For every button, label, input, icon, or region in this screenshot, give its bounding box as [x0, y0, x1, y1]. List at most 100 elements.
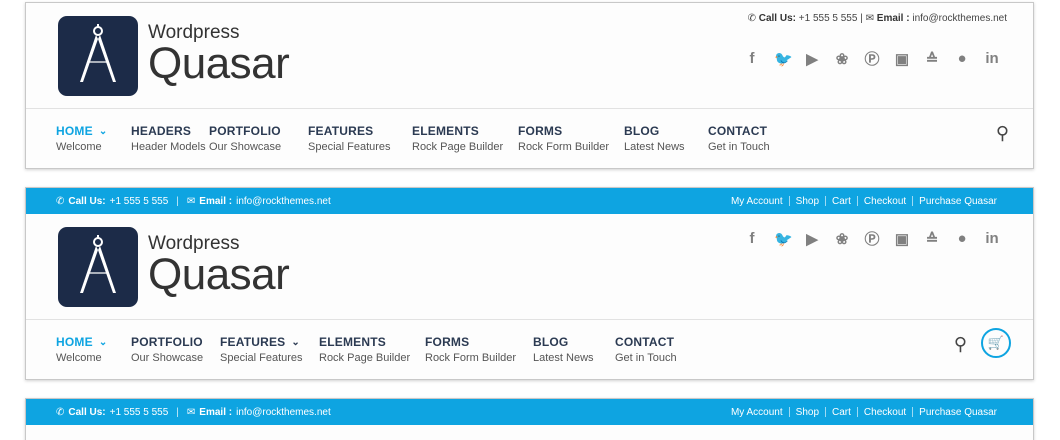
nav-item-portfolio[interactable]: PORTFOLIO Our Showcase — [131, 335, 220, 378]
nav-item-features[interactable]: FEATURES ⌄ Special Features — [220, 335, 319, 378]
nav-item-portfolio[interactable]: PORTFOLIO Our Showcase — [209, 124, 308, 167]
email-label: Email : — [199, 195, 233, 207]
envelope-icon: ✉ — [186, 406, 196, 418]
flickr-icon[interactable]: ● — [954, 230, 970, 247]
nav-item-home[interactable]: HOME ⌄ Welcome — [56, 124, 131, 167]
chevron-down-icon: ⌄ — [98, 336, 108, 348]
cart-link[interactable]: Cart — [826, 196, 857, 207]
nav-title: BLOG — [533, 335, 569, 349]
nav-item-forms[interactable]: FORMS Rock Form Builder — [518, 124, 624, 167]
nav-title: HOME — [56, 124, 93, 138]
email-address[interactable]: info@rockthemes.net — [236, 196, 331, 207]
nav-subtitle: Our Showcase — [131, 352, 204, 364]
brand-row: Wordpress Quasar ✆ Call Us: +1 555 5 555… — [26, 3, 1033, 108]
brand-row: Wordpress Quasar f 🐦 ▶ ❀ Ⓟ ▣ ≙ ● in — [26, 214, 1033, 319]
nav-subtitle: Get in Touch — [708, 141, 770, 153]
social-icons: f 🐦 ▶ ❀ Ⓟ ▣ ≙ ● in — [744, 228, 1000, 249]
shop-link[interactable]: Shop — [790, 407, 825, 418]
nav-title: PORTFOLIO — [209, 124, 281, 138]
nav-item-blog[interactable]: BLOG Latest News — [624, 124, 708, 167]
search-icon[interactable]: ⚲ — [954, 334, 967, 355]
nav-item-contact[interactable]: CONTACT Get in Touch — [615, 335, 695, 378]
linkedin-icon[interactable]: in — [984, 50, 1000, 67]
nav-title: HOME — [56, 335, 93, 349]
nav-subtitle: Rock Form Builder — [425, 352, 517, 364]
nav-title: CONTACT — [708, 124, 768, 138]
checkout-link[interactable]: Checkout — [858, 196, 912, 207]
site-logo[interactable]: Wordpress Quasar — [58, 227, 290, 307]
instagram-icon[interactable]: ▣ — [894, 50, 910, 68]
twitter-icon[interactable]: 🐦 — [774, 230, 793, 248]
email-address[interactable]: info@rockthemes.net — [912, 13, 1007, 24]
compass-logo-icon — [58, 16, 138, 96]
nav-subtitle: Rock Form Builder — [518, 141, 610, 153]
phone-number[interactable]: +1 555 5 555 — [110, 407, 169, 418]
instagram-icon[interactable]: ▣ — [894, 230, 910, 248]
nav-subtitle: Rock Page Builder — [412, 141, 504, 153]
call-label: Call Us: — [68, 195, 106, 207]
shop-link[interactable]: Shop — [790, 196, 825, 207]
nav-title: FORMS — [518, 124, 563, 138]
nav-subtitle: Header Models — [131, 141, 206, 153]
twitter-icon[interactable]: 🐦 — [774, 50, 793, 68]
pinterest-icon[interactable]: Ⓟ — [864, 228, 880, 249]
header-variant-2: ✆ Call Us: +1 555 5 555 | ✉ Email : info… — [25, 187, 1034, 380]
cart-icon: 🛒 — [987, 335, 1005, 350]
youtube-icon[interactable]: ▶ — [804, 230, 820, 248]
linkedin-icon[interactable]: in — [984, 230, 1000, 247]
nav-title: BLOG — [624, 124, 660, 138]
separator: | — [176, 195, 179, 207]
chevron-down-icon: ⌄ — [98, 125, 108, 137]
cart-link[interactable]: Cart — [826, 407, 857, 418]
chevron-down-icon: ⌄ — [291, 336, 300, 348]
nav-item-features[interactable]: FEATURES Special Features — [308, 124, 412, 167]
phone-icon: ✆ — [747, 13, 756, 24]
account-links: My Account Shop Cart Checkout Purchase Q… — [725, 196, 1003, 207]
pinterest-icon[interactable]: Ⓟ — [864, 48, 880, 69]
phone-icon: ✆ — [56, 406, 65, 418]
purchase-link[interactable]: Purchase Quasar — [913, 407, 1003, 418]
nav-item-headers[interactable]: HEADERS Header Models — [131, 124, 209, 167]
nav-item-elements[interactable]: ELEMENTS Rock Page Builder — [319, 335, 425, 378]
flickr-icon[interactable]: ● — [954, 50, 970, 67]
nav-title: FEATURES — [220, 335, 286, 349]
dribbble-icon[interactable]: ❀ — [834, 230, 850, 248]
topbar-contact: ✆ Call Us: +1 555 5 555 | ✉ Email : info… — [56, 407, 331, 418]
cart-button[interactable]: 🛒 — [981, 328, 1011, 358]
nav-subtitle: Welcome — [56, 352, 102, 364]
social-icons: f 🐦 ▶ ❀ Ⓟ ▣ ≙ ● in — [744, 48, 1000, 69]
account-links: My Account Shop Cart Checkout Purchase Q… — [725, 407, 1003, 418]
stumbleupon-icon[interactable]: ≙ — [924, 50, 940, 68]
search-icon[interactable]: ⚲ — [996, 123, 1009, 144]
email-address[interactable]: info@rockthemes.net — [236, 407, 331, 418]
call-label: Call Us: — [68, 406, 106, 418]
facebook-icon[interactable]: f — [744, 230, 760, 247]
nav-item-elements[interactable]: ELEMENTS Rock Page Builder — [412, 124, 518, 167]
header-contact: ✆ Call Us: +1 555 5 555 | ✉ Email : info… — [748, 13, 1007, 24]
purchase-link[interactable]: Purchase Quasar — [913, 196, 1003, 207]
phone-number[interactable]: +1 555 5 555 — [799, 13, 858, 24]
phone-number[interactable]: +1 555 5 555 — [110, 196, 169, 207]
envelope-icon: ✉ — [186, 195, 196, 207]
nav-title: CONTACT — [615, 335, 675, 349]
dribbble-icon[interactable]: ❀ — [834, 50, 850, 68]
my-account-link[interactable]: My Account — [725, 196, 789, 207]
stumbleupon-icon[interactable]: ≙ — [924, 230, 940, 248]
nav-subtitle: Our Showcase — [209, 141, 282, 153]
separator: | — [176, 406, 179, 418]
envelope-icon: ✉ — [865, 13, 874, 24]
nav-title: FORMS — [425, 335, 470, 349]
nav-item-blog[interactable]: BLOG Latest News — [533, 335, 615, 378]
nav-item-home[interactable]: HOME ⌄ Welcome — [56, 335, 131, 378]
my-account-link[interactable]: My Account — [725, 407, 789, 418]
facebook-icon[interactable]: f — [744, 50, 760, 67]
site-logo[interactable]: Wordpress Quasar — [58, 16, 290, 96]
youtube-icon[interactable]: ▶ — [804, 50, 820, 68]
nav-item-forms[interactable]: FORMS Rock Form Builder — [425, 335, 533, 378]
header-variant-3: ✆ Call Us: +1 555 5 555 | ✉ Email : info… — [25, 398, 1034, 440]
main-nav: HOME ⌄ Welcome HEADERS Header Models PORTFOLI… — [26, 109, 1033, 167]
separator: | — [860, 13, 863, 24]
checkout-link[interactable]: Checkout — [858, 407, 912, 418]
nav-item-contact[interactable]: CONTACT Get in Touch — [708, 124, 788, 167]
nav-title: HEADERS — [131, 124, 192, 138]
